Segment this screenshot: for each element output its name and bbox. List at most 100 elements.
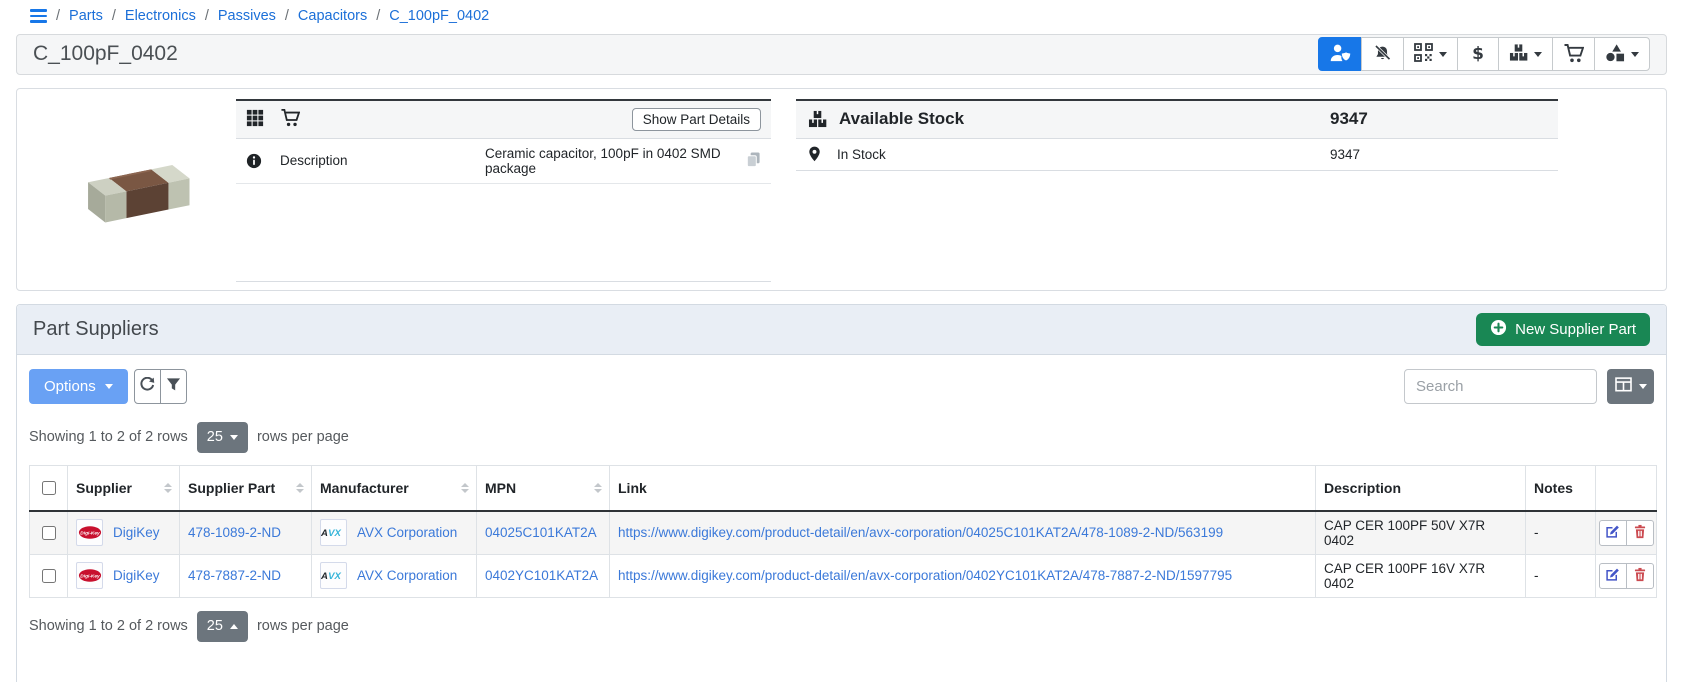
in-stock-row: In Stock 9347 <box>796 139 1558 171</box>
part-action-buttons: $ <box>1318 37 1650 71</box>
breadcrumb-passives[interactable]: Passives <box>218 8 276 24</box>
part-details-card-header: Show Part Details <box>236 101 771 139</box>
breadcrumb: / Parts / Electronics / Passives / Capac… <box>0 0 1683 32</box>
description-value: Ceramic capacitor, 100pF in 0402 SMD pac… <box>485 146 745 176</box>
shapes-icon <box>1605 43 1625 65</box>
page-size-value: 25 <box>207 429 223 445</box>
subscribe-user-button[interactable] <box>1318 37 1362 71</box>
notification-off-button[interactable] <box>1361 37 1404 71</box>
mpn-link[interactable]: 0402YC101KAT2A <box>485 568 598 583</box>
column-manufacturer[interactable]: Manufacturer <box>312 465 477 511</box>
chevron-down-icon <box>1639 384 1647 389</box>
barcode-actions-button[interactable] <box>1403 37 1458 71</box>
table-header-row: Supplier Supplier Part Manufacturer MPN … <box>30 465 1657 511</box>
paging-suffix-text: rows per page <box>257 429 349 445</box>
paging-bottom: Showing 1 to 2 of 2 rows 25 rows per pag… <box>29 611 1654 642</box>
plus-circle-icon <box>1490 319 1507 340</box>
column-supplier-part-label: Supplier Part <box>188 480 275 496</box>
external-url-link[interactable]: https://www.digikey.com/product-detail/e… <box>618 568 1232 583</box>
supplier-part-link[interactable]: 478-1089-2-ND <box>188 525 281 540</box>
page-size-button[interactable]: 25 <box>197 611 248 642</box>
boxes-icon <box>808 110 827 128</box>
bell-slash-icon <box>1372 43 1393 66</box>
manufacturer-link[interactable]: AVX Corporation <box>357 568 457 583</box>
qrcode-icon <box>1414 43 1433 65</box>
capacitor-image <box>67 142 201 237</box>
refresh-icon <box>139 377 155 396</box>
row-description: CAP CER 100PF 50V X7R 0402 <box>1324 518 1485 548</box>
breadcrumb-current-part[interactable]: C_100pF_0402 <box>389 8 489 24</box>
supplier-part-link[interactable]: 478-7887-2-ND <box>188 568 281 583</box>
pricing-button[interactable]: $ <box>1457 37 1499 71</box>
table-row: Digi-Key DigiKey 478-1089-2-ND A VX AVX … <box>30 511 1657 555</box>
svg-text:Digi-Key: Digi-Key <box>80 531 100 537</box>
description-row: Description Ceramic capacitor, 100pF in … <box>236 139 771 184</box>
paging-showing-text: Showing 1 to 2 of 2 rows <box>29 618 188 634</box>
manufacturer-link[interactable]: AVX Corporation <box>357 525 457 540</box>
options-button[interactable]: Options <box>29 369 128 404</box>
part-suppliers-title: Part Suppliers <box>33 318 159 341</box>
chevron-down-icon <box>105 384 113 389</box>
breadcrumb-separator: / <box>205 8 209 24</box>
currency-icon: $ <box>1472 44 1484 64</box>
row-notes: - <box>1534 525 1539 540</box>
edit-supplier-part-button[interactable] <box>1599 563 1627 589</box>
trash-icon <box>1633 567 1647 585</box>
column-settings-button[interactable] <box>1607 369 1654 404</box>
user-shield-icon <box>1329 42 1351 66</box>
search-input[interactable] <box>1404 369 1597 404</box>
digikey-logo: Digi-Key <box>76 562 103 589</box>
sort-icon <box>296 483 304 493</box>
svg-text:VX: VX <box>328 571 341 582</box>
chevron-down-icon <box>1534 52 1542 57</box>
show-part-details-button[interactable]: Show Part Details <box>632 108 761 131</box>
svg-text:VX: VX <box>328 528 341 539</box>
edit-pencil-icon <box>1605 567 1620 585</box>
breadcrumb-parts[interactable]: Parts <box>69 8 103 24</box>
cart-icon <box>280 108 300 130</box>
refresh-button[interactable] <box>134 369 161 404</box>
edit-supplier-part-button[interactable] <box>1599 520 1627 546</box>
row-checkbox[interactable] <box>42 526 56 540</box>
column-supplier[interactable]: Supplier <box>68 465 180 511</box>
part-thumbnail[interactable] <box>31 99 236 280</box>
breadcrumb-electronics[interactable]: Electronics <box>125 8 196 24</box>
column-manufacturer-label: Manufacturer <box>320 480 409 496</box>
breadcrumb-separator: / <box>285 8 289 24</box>
copy-icon[interactable] <box>745 151 761 171</box>
delete-supplier-part-button[interactable] <box>1626 520 1654 546</box>
stock-boxes-icon <box>1509 43 1528 65</box>
menu-icon[interactable] <box>30 7 47 25</box>
new-supplier-part-button[interactable]: New Supplier Part <box>1476 313 1650 346</box>
breadcrumb-separator: / <box>376 8 380 24</box>
breadcrumb-capacitors[interactable]: Capacitors <box>298 8 367 24</box>
avx-logo: A VX <box>320 519 347 546</box>
order-part-button[interactable] <box>1552 37 1595 71</box>
column-mpn[interactable]: MPN <box>477 465 610 511</box>
delete-supplier-part-button[interactable] <box>1626 563 1654 589</box>
column-supplier-part[interactable]: Supplier Part <box>180 465 312 511</box>
filter-icon <box>166 377 181 395</box>
row-checkbox[interactable] <box>42 569 56 583</box>
column-notes-label: Notes <box>1534 480 1573 496</box>
supplier-link[interactable]: DigiKey <box>113 525 160 540</box>
select-all-checkbox[interactable] <box>42 481 56 495</box>
external-url-link[interactable]: https://www.digikey.com/product-detail/e… <box>618 525 1223 540</box>
supplier-link[interactable]: DigiKey <box>113 568 160 583</box>
part-suppliers-panel: Part Suppliers New Supplier Part Options <box>16 304 1667 682</box>
select-all-header[interactable] <box>30 465 68 511</box>
stock-actions-button[interactable] <box>1498 37 1553 71</box>
edit-pencil-icon <box>1605 524 1620 542</box>
svg-text:A: A <box>321 528 328 539</box>
part-details-card: Show Part Details Description Ceramic ca… <box>236 99 771 282</box>
page-header-bar: C_100pF_0402 <box>16 34 1667 75</box>
part-actions-button[interactable] <box>1594 37 1650 71</box>
available-stock-total: 9347 <box>1330 109 1546 129</box>
grid-icon <box>246 109 264 130</box>
description-label: Description <box>280 153 485 168</box>
page-size-button[interactable]: 25 <box>197 422 248 453</box>
sort-icon <box>164 483 172 493</box>
breadcrumb-separator: / <box>56 8 60 24</box>
filter-button[interactable] <box>160 369 187 404</box>
mpn-link[interactable]: 04025C101KAT2A <box>485 525 597 540</box>
